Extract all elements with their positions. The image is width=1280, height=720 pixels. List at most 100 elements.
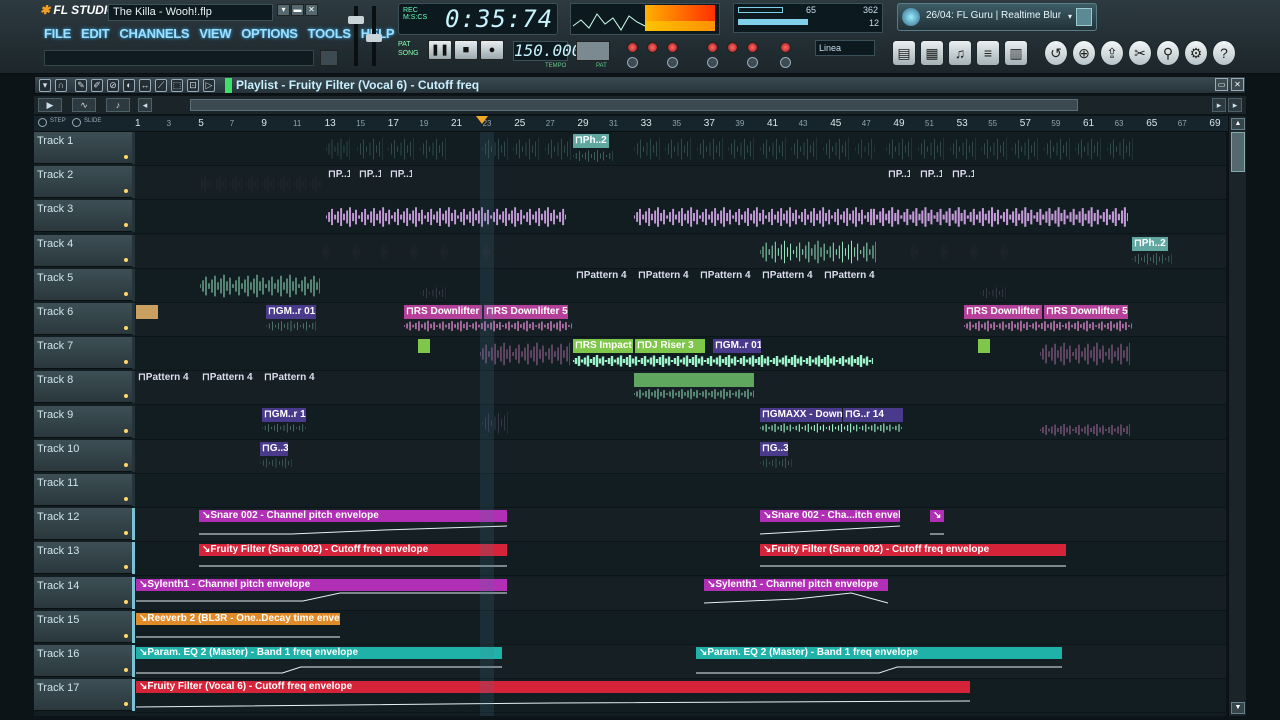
delete-icon[interactable]: ⊘ [107,79,119,92]
track-label[interactable]: Track 11 [34,474,132,506]
playlist-clip[interactable]: ⊓Pattern 4 [698,269,752,283]
automation-clip[interactable]: ↘Reeverb 2 (BL3R - One..Decay time envel… [136,612,340,625]
playlist-clip[interactable]: ⊓G..3 [260,441,288,456]
tempo-display[interactable]: 150.000 [513,41,581,61]
playlist-clip[interactable] [154,237,164,251]
typing-keyboard-toggle[interactable] [627,42,638,53]
playlist-clip[interactable]: ⊓P..1 [357,168,381,182]
menu-channels[interactable]: CHANNELS [119,26,189,44]
track-label[interactable]: Track 13 [34,542,132,575]
playlist-clip[interactable]: ⊓Pattern 4 [136,371,194,385]
wait-input-toggle[interactable] [780,42,791,53]
track-mute-led[interactable] [124,702,128,707]
playlist-clip[interactable] [202,237,212,251]
track-mute-led[interactable] [124,497,128,501]
track-mute-led[interactable] [124,155,128,159]
export-icon[interactable]: ⇪ [1100,40,1124,66]
master-pitch-knob[interactable] [366,34,382,42]
magnet-icon[interactable]: ∩ [55,79,67,92]
playlist-clip[interactable]: ⊓G..3 [760,441,788,456]
preset-field[interactable]: Linea [815,40,875,56]
track-label[interactable]: Track 17 [34,679,132,712]
window-options-icon[interactable]: ▾ [277,4,290,16]
playlist-window-icon[interactable]: ▤ [892,40,916,66]
track-mute-led[interactable] [124,291,128,296]
track-label[interactable]: Track 15 [34,610,132,643]
zoom-handle-icon[interactable]: ▸ [1228,98,1242,112]
undo-icon[interactable]: ↺ [1044,40,1068,66]
playlist-clip[interactable]: ⊓G..r 14 [843,407,903,422]
automation-clip[interactable]: ↘Fruity Filter (Snare 002) - Cutoff freq… [199,544,507,557]
track-mute-led[interactable] [124,360,128,365]
mixer-icon[interactable]: ▥ [1004,40,1028,66]
playback-icon[interactable]: ▷ [203,79,215,92]
playlist-clip[interactable]: ⊓Pattern 4 [636,269,690,283]
mute-icon[interactable]: ◐ [123,79,135,92]
record-button[interactable]: ● [480,40,504,60]
playlist-options-icon[interactable]: ▾ [39,79,51,92]
playlist-clip[interactable]: ⊓RS Downlifter 5 [1044,305,1128,319]
playlist-clip[interactable] [418,339,430,354]
playlist-clip[interactable]: ⊓P..1 [950,168,974,182]
playlist-clip[interactable] [282,237,292,251]
scroll-toggle[interactable] [707,57,718,68]
automation-clip[interactable]: ↘Snare 002 - Cha...itch envelope [760,510,900,523]
track-label[interactable]: Track 5 [34,268,132,301]
brush-icon[interactable]: ✐ [91,79,103,92]
step-edit-toggle[interactable] [647,42,658,53]
track-label[interactable]: Track 1 [34,132,132,164]
news-panel[interactable]: 26/04: FL Guru | Realtime Blur ▾ [897,3,1097,31]
close-icon[interactable]: ✕ [305,4,318,16]
stop-button[interactable]: ■ [454,40,478,60]
playlist-clip[interactable] [136,305,158,319]
playlist-close-icon[interactable]: ✕ [1231,78,1244,91]
playlist-clip[interactable]: ⊓Pattern 4 [200,371,258,385]
step-radio[interactable] [38,118,47,127]
hint-bar-button[interactable] [320,50,338,66]
news-open-button[interactable] [1076,8,1092,26]
automation-clip[interactable]: ↘Fruity Filter (Snare 002) - Cutoff freq… [760,544,1066,557]
playlist-clip[interactable]: ⊓GM..r 14 [262,407,306,422]
blend-notes-toggle[interactable] [667,42,678,53]
play-button[interactable]: ❚❚ [428,40,452,60]
track-mute-led[interactable] [124,599,128,604]
playlist-clip[interactable]: ⊓Ph..2 [573,134,609,148]
menu-edit[interactable]: EDIT [81,26,110,44]
master-volume-knob[interactable] [348,16,364,24]
audio-mode-button[interactable]: ∿ [72,98,96,112]
snap-toggle[interactable] [627,57,638,68]
playlist-clip[interactable] [266,237,276,251]
track-label[interactable]: Track 3 [34,200,132,233]
automation-clip[interactable]: ↘Param. EQ 2 (Master) - Band 1 freq enve… [696,647,1062,659]
metronome-toggle[interactable] [707,42,718,53]
track-mute-led[interactable] [124,565,128,570]
help-icon[interactable]: ? [1212,40,1236,66]
song-position-display[interactable]: REC M:S:CS 0:35:74 [398,3,558,35]
scroll-up-icon[interactable]: ▲ [1231,118,1245,130]
track-mute-led[interactable] [124,462,128,467]
cut-icon[interactable]: ✂ [1128,40,1152,66]
track-lane[interactable] [135,439,1226,474]
scroll-down-icon[interactable]: ▼ [1231,702,1245,714]
track-label[interactable]: Track 7 [34,337,132,370]
multilink-toggle[interactable] [780,57,791,68]
menu-file[interactable]: FILE [44,26,71,44]
step-sequencer-icon[interactable]: ▦ [920,40,944,66]
maximize-icon[interactable]: ▭ [1215,78,1228,91]
playlist-clip[interactable]: ⊓RS Downlifter 5 [964,305,1042,319]
pat-song-switch[interactable]: PAT SONG [398,40,419,58]
timeline-ruler[interactable]: STEP SLIDE 1 3 5 7 9 11 13 15 17 19 21 23 25 27 29 31 33… [34,116,1246,132]
track-label[interactable]: Track 6 [34,303,132,335]
playlist-clip[interactable]: ⊓Pattern 4 [760,269,814,283]
automation-clip[interactable]: ↘Snare 002 - Channel pitch envelope [199,510,507,523]
loop-record-toggle[interactable] [747,42,758,53]
track-label[interactable]: Track 10 [34,439,132,472]
slice-icon[interactable]: ⟋ [155,79,167,92]
zoom-icon[interactable]: ⊡ [187,79,199,92]
pencil-icon[interactable]: ✎ [75,79,87,92]
song-position-marker[interactable] [476,116,488,124]
playlist-clip[interactable]: ⊓P..1 [326,168,350,182]
automation-clip[interactable]: ↘Fruity Filter (Vocal 6) - Cutoff freq e… [136,681,970,694]
playlist-clip[interactable]: ⊓GMAXX - Downf [760,407,842,422]
playlist-clip[interactable]: ⊓Pattern 4 [574,269,628,283]
